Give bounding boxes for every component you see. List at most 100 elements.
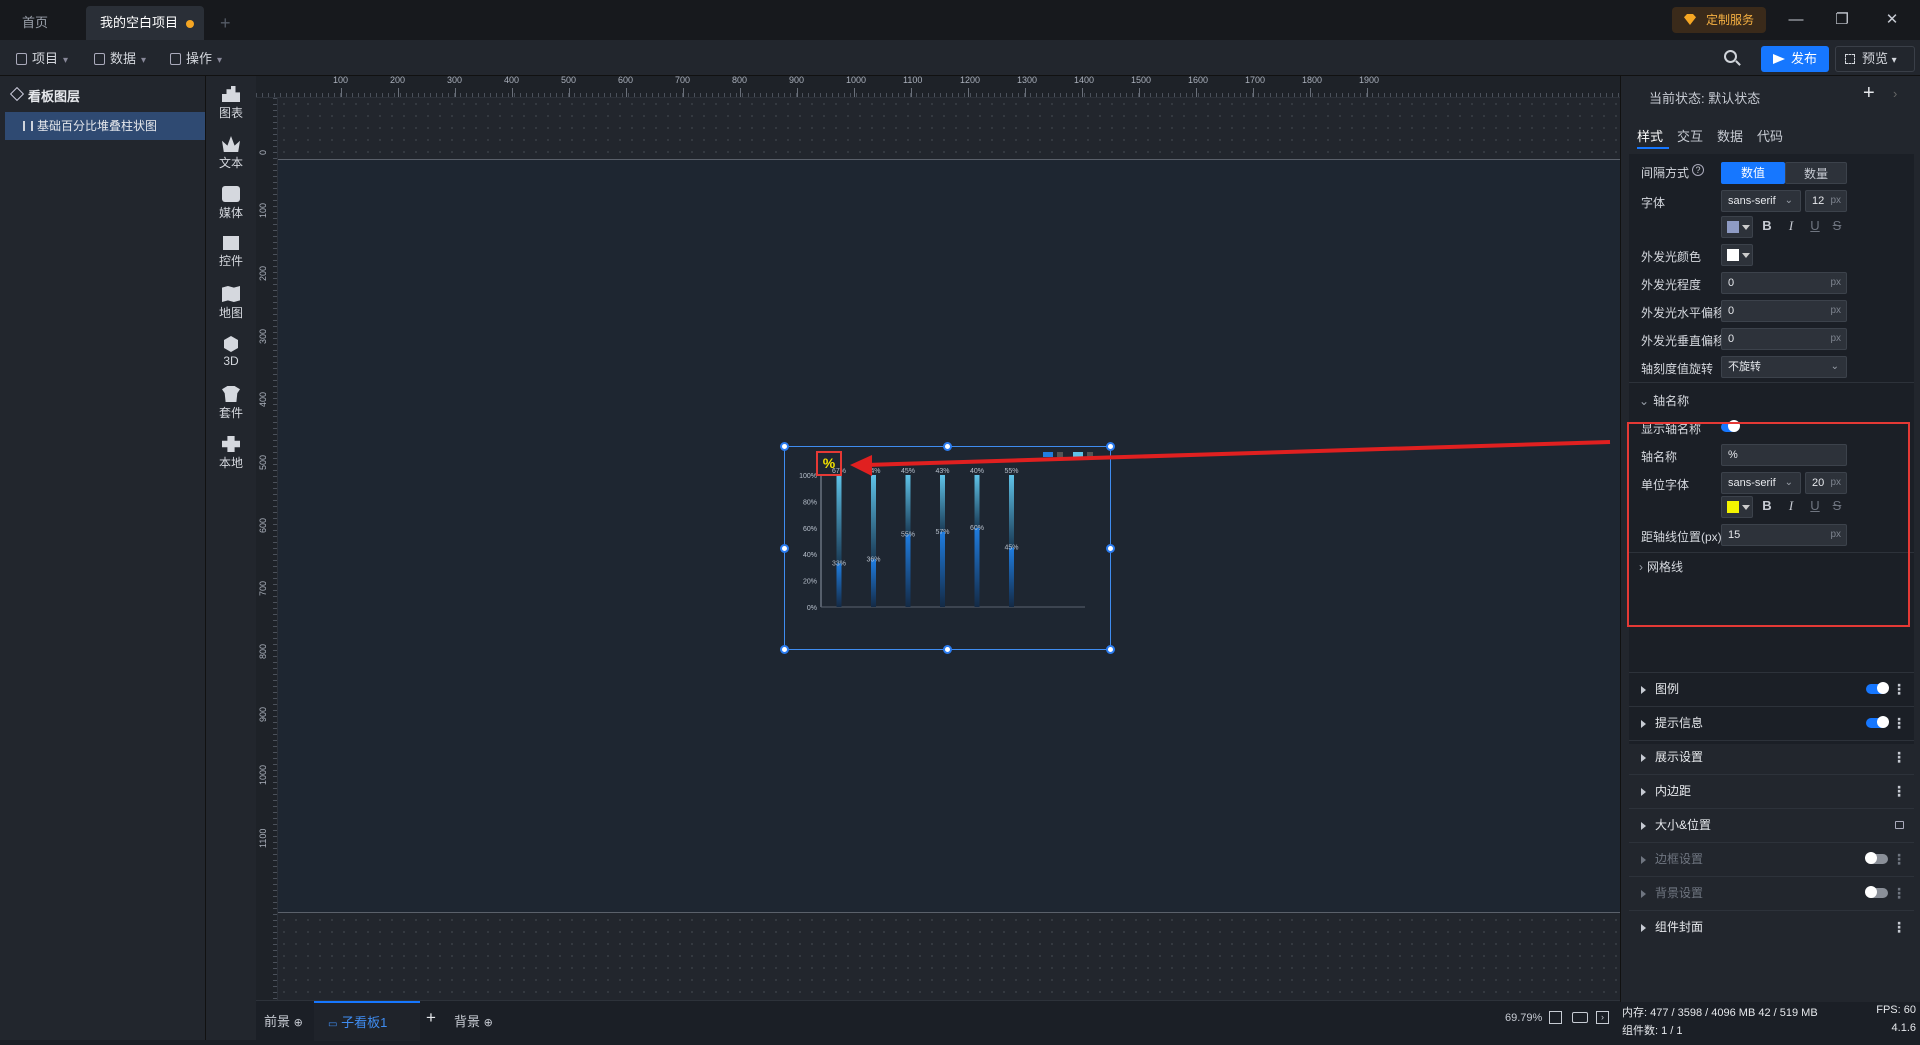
strikethrough-icon[interactable]: S (1829, 218, 1845, 233)
underline-icon[interactable]: U (1807, 218, 1823, 233)
component-map-label: 地图 (218, 306, 243, 320)
add-tab-icon[interactable]: + (206, 6, 245, 40)
font-color-picker[interactable] (1721, 216, 1753, 238)
map-icon (222, 286, 240, 302)
add-circle-icon[interactable]: ⊕ (484, 1017, 493, 1029)
section-cover[interactable]: 组件封面 ⋮ (1629, 910, 1914, 942)
section-tooltip[interactable]: 提示信息 ⋮ (1629, 706, 1914, 738)
minimize-icon[interactable]: — (1784, 8, 1808, 32)
fit-screen-icon[interactable] (1549, 1011, 1562, 1024)
tab-data[interactable]: 数据 (1717, 126, 1743, 145)
publish-button[interactable]: 发布 (1761, 46, 1829, 72)
font-size-input[interactable]: 12 px (1805, 190, 1847, 212)
component-kit[interactable]: 套件 (206, 380, 256, 430)
glow-h-input[interactable]: 0 px (1721, 300, 1847, 322)
tab-project[interactable]: 我的空白项目 (86, 6, 204, 40)
menu-operate[interactable]: 操作 ▾ (168, 48, 222, 70)
preview-label: 预览 (1862, 51, 1889, 66)
glow-level-input[interactable]: 0 px (1721, 272, 1847, 294)
section-display[interactable]: 展示设置 ⋮ (1629, 740, 1914, 772)
ruler-tick (1196, 88, 1197, 97)
tab-home[interactable]: 首页 (8, 6, 86, 40)
text-icon (222, 136, 240, 152)
ruler-tick (626, 88, 627, 97)
component-media[interactable]: 媒体 (206, 180, 256, 230)
add-state-icon[interactable]: + (1863, 82, 1875, 105)
legend-toggle[interactable] (1866, 682, 1889, 694)
menu-project[interactable]: 项目 ▾ (14, 48, 68, 70)
custom-service-button[interactable]: 定制服务 (1672, 7, 1766, 33)
more-icon[interactable]: ⋮ (1892, 741, 1906, 773)
ruler-tick-label: 900 (258, 706, 268, 722)
current-state-label: 当前状态: 默认状态 (1649, 91, 1761, 106)
tab-interaction[interactable]: 交互 (1677, 126, 1703, 145)
search-icon[interactable] (1720, 46, 1744, 70)
gem-icon (1684, 14, 1696, 25)
font-family-value: sans-serif (1728, 195, 1776, 207)
version-label: 4.1.6 (1891, 1022, 1916, 1034)
preview-button[interactable]: 预览 ▾ (1835, 46, 1915, 72)
component-map[interactable]: 地图 (206, 280, 256, 330)
bold-icon[interactable]: B (1759, 218, 1775, 233)
more-icon[interactable]: ⋮ (1892, 775, 1906, 807)
lock-icon[interactable] (1895, 821, 1904, 829)
more-icon[interactable]: ⋮ (1892, 843, 1906, 875)
tab-code[interactable]: 代码 (1757, 126, 1783, 145)
menu-data[interactable]: 数据 ▾ (92, 48, 146, 70)
background-toggle[interactable] (1865, 886, 1888, 898)
tab-style[interactable]: 样式 (1637, 126, 1663, 145)
component-local[interactable]: 本地 (206, 430, 256, 480)
more-icon[interactable]: ⋮ (1892, 707, 1906, 739)
tooltip-toggle[interactable] (1866, 716, 1889, 728)
layer-item[interactable]: 基础百分比堆叠柱状图 (5, 112, 205, 140)
ruler-tick-label: 200 (258, 265, 268, 281)
section-background[interactable]: 背景设置 ⋮ (1629, 876, 1914, 908)
close-icon[interactable]: ✕ (1880, 8, 1904, 32)
axis-name-section[interactable]: ⌄ 轴名称 (1639, 392, 1689, 409)
keyboard-icon[interactable] (1572, 1012, 1588, 1023)
add-board-icon[interactable]: + (426, 1008, 436, 1028)
interval-value-option[interactable]: 数值 (1721, 162, 1785, 184)
help-icon[interactable]: ? (1692, 164, 1704, 176)
section-label: 边框设置 (1655, 852, 1704, 866)
more-icon[interactable]: ⋮ (1892, 673, 1906, 705)
tab-background[interactable]: 背景 ⊕ (454, 1011, 493, 1030)
ruler-tick-label: 1100 (903, 76, 923, 85)
tab-sub-board-label: 子看板1 (341, 1015, 388, 1030)
terminal-icon[interactable]: › (1596, 1011, 1609, 1024)
bar-segment (905, 534, 911, 607)
more-icon[interactable]: ⋮ (1892, 911, 1906, 943)
font-family-select[interactable]: sans-serif ⌄ (1721, 190, 1801, 212)
bar-segment (974, 475, 980, 528)
tick-rotate-select[interactable]: 不旋转 ⌄ (1721, 356, 1847, 378)
component-3d[interactable]: 3D (206, 330, 256, 380)
restore-icon[interactable]: ❐ (1830, 8, 1854, 32)
section-size-position[interactable]: 大小&位置 (1629, 808, 1914, 840)
glow-v-input[interactable]: 0 px (1721, 328, 1847, 350)
tab-sub-board[interactable]: ▭ 子看板1 (314, 1001, 420, 1041)
layer-item-label: 基础百分比堆叠柱状图 (37, 119, 158, 133)
zoom-level[interactable]: 69.79% (1505, 1012, 1542, 1024)
section-padding[interactable]: 内边距 ⋮ (1629, 774, 1914, 806)
more-icon[interactable]: ⋮ (1892, 877, 1906, 909)
glow-color-picker[interactable] (1721, 244, 1753, 266)
section-border[interactable]: 边框设置 ⋮ (1629, 842, 1914, 874)
chart-widget[interactable]: 100% 80% 60% 40% 20% 0% 33% 67% 36% 64% 55% 45% 57% 4… (780, 442, 1115, 654)
component-text-label: 文本 (218, 156, 243, 170)
component-control[interactable]: 控件 (206, 230, 256, 280)
tab-foreground[interactable]: 前景 ⊕ (264, 1011, 303, 1030)
interval-count-option[interactable]: 数量 (1785, 162, 1847, 184)
component-chart[interactable]: 图表 (206, 80, 256, 130)
tick-rotate-value: 不旋转 (1728, 361, 1761, 373)
data-label: 55% (901, 531, 915, 538)
section-label: 图例 (1655, 682, 1680, 696)
control-icon (223, 236, 239, 250)
section-legend[interactable]: 图例 ⋮ (1629, 672, 1914, 704)
ruler-tick-label: 1100 (258, 828, 268, 848)
component-text[interactable]: 文本 (206, 130, 256, 180)
border-toggle[interactable] (1865, 852, 1888, 864)
axis-name-label: % (816, 451, 842, 476)
chevron-right-icon[interactable]: › (1893, 86, 1897, 101)
add-circle-icon[interactable]: ⊕ (294, 1017, 303, 1029)
italic-icon[interactable]: I (1783, 218, 1799, 234)
